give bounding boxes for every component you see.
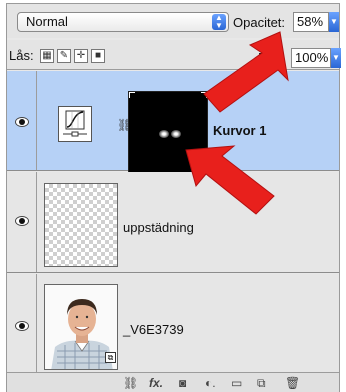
link-icon[interactable]: ⛓ xyxy=(123,376,138,390)
layer-row-uppstadning[interactable]: uppstädning xyxy=(7,172,339,273)
smart-object-icon: ⧉ xyxy=(105,352,116,363)
eye-icon[interactable] xyxy=(15,117,29,127)
fill-dropdown-icon[interactable]: ▼ xyxy=(331,48,341,68)
layers-panel: Normal ▲ ▼ Opacitet: 58% ▼ Lås: ▦ ✎ ✛ ■ F… xyxy=(6,3,341,392)
adjustment-icon[interactable]: ◐. xyxy=(205,376,216,390)
opacity-dropdown-icon[interactable]: ▼ xyxy=(329,12,339,32)
layer-row-kurvor[interactable]: ⛓ Kurvor 1 xyxy=(7,71,339,187)
blend-mode-chevron-icon[interactable]: ▲ ▼ xyxy=(212,14,226,30)
layers-bottom-bar: ⛓ fx. ◙ ◐. ▭ ⧉ 🗑 xyxy=(7,372,339,392)
fx-icon[interactable]: fx. xyxy=(149,376,163,390)
layer-thumbnail[interactable] xyxy=(44,183,118,267)
padlock-icon[interactable]: ■ xyxy=(91,49,105,63)
visibility-column xyxy=(7,172,37,272)
blend-opacity-row: Normal ▲ ▼ Opacitet: 58% ▼ xyxy=(7,4,339,38)
blend-mode-value: Normal xyxy=(26,14,68,29)
new-layer-icon[interactable]: ⧉ xyxy=(257,376,266,391)
move-lock-icon[interactable]: ✛ xyxy=(74,49,88,63)
curves-adjustment-icon[interactable] xyxy=(58,106,92,142)
opacity-input[interactable]: 58% xyxy=(293,12,329,32)
mask-highlight xyxy=(159,130,169,138)
transparency-lock-icon[interactable]: ▦ xyxy=(40,49,54,63)
layer-name[interactable]: _V6E3739 xyxy=(123,322,184,337)
trash-icon[interactable]: 🗑 xyxy=(285,376,300,390)
brush-lock-icon[interactable]: ✎ xyxy=(57,49,71,63)
mask-icon[interactable]: ◙ xyxy=(179,376,186,390)
layer-name[interactable]: Kurvor 1 xyxy=(213,123,266,138)
eye-icon[interactable] xyxy=(15,216,29,226)
visibility-column xyxy=(7,274,37,372)
mask-corner-icon xyxy=(129,92,135,98)
layer-name[interactable]: uppstädning xyxy=(123,220,194,235)
visibility-column xyxy=(7,71,37,170)
layer-row-photo[interactable]: ⧉ _V6E3739 xyxy=(7,274,339,372)
lock-fill-row: Lås: ▦ ✎ ✛ ■ Fyll: 100% ▼ xyxy=(7,40,341,70)
mask-corner-icon xyxy=(201,92,207,98)
folder-icon[interactable]: ▭ xyxy=(231,376,242,390)
fill-input[interactable]: 100% xyxy=(291,48,331,68)
opacity-label: Opacitet: xyxy=(233,15,286,30)
lock-label: Lås: xyxy=(9,48,34,63)
fill-label: Fyll: xyxy=(258,50,282,65)
mask-highlight xyxy=(171,130,181,138)
blend-mode-select[interactable]: Normal ▲ ▼ xyxy=(17,12,229,32)
eye-icon[interactable] xyxy=(15,321,29,331)
